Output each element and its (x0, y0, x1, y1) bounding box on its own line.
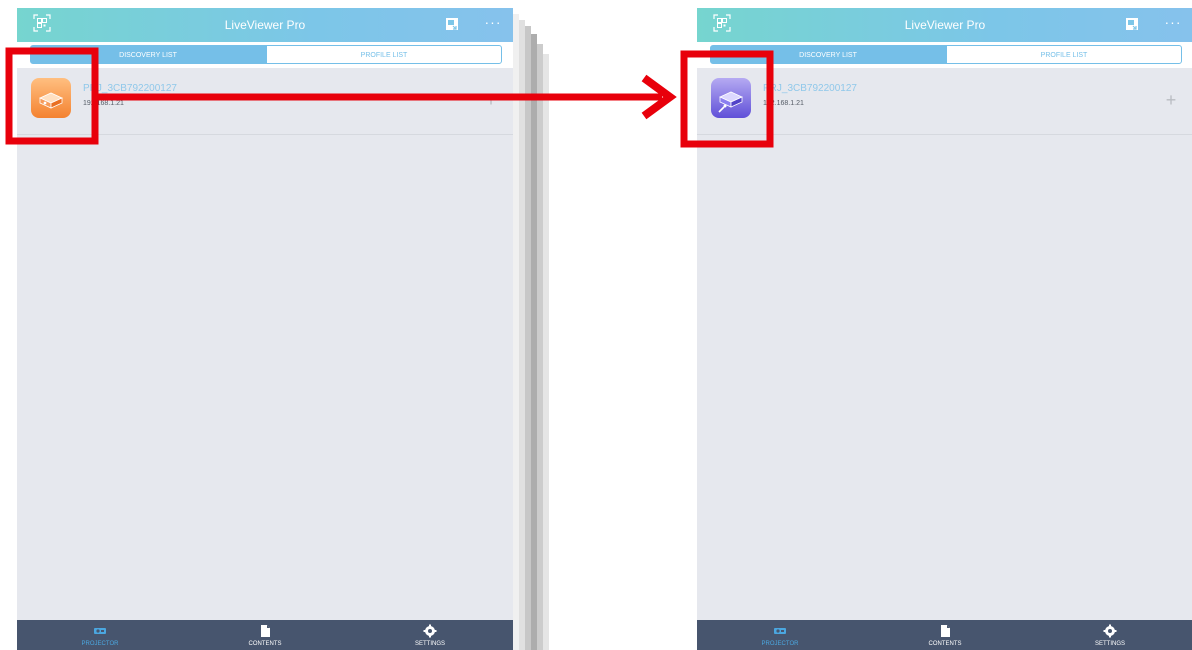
gear-icon (422, 624, 438, 638)
export-icon[interactable] (445, 17, 459, 31)
tab-label: CONTENTS (248, 641, 282, 647)
title-bar: LiveViewer Pro ··· (17, 8, 513, 42)
tab-profile-list[interactable]: PROFILE LIST (946, 45, 1182, 64)
document-icon (937, 624, 953, 638)
projector-icon (31, 78, 71, 118)
title-bar: LiveViewer Pro ··· (697, 8, 1192, 42)
tab-label: SETTINGS (1094, 641, 1125, 647)
more-icon[interactable]: ··· (1163, 14, 1183, 34)
tab-label: PROJECTOR (761, 641, 799, 647)
bottom-tab-bar: PROJECTOR CONTENTS SETTINGS (697, 620, 1192, 650)
tab-label: CONTENTS (928, 641, 962, 647)
app-screen: LiveViewer Pro ··· DISCOVERY LIST PROFIL… (697, 8, 1192, 650)
qr-scan-icon[interactable] (33, 14, 51, 32)
tab-label: SETTINGS (414, 641, 445, 647)
segmented-control: DISCOVERY LIST PROFILE LIST (17, 42, 513, 68)
app-screen: LiveViewer Pro ··· DISCOVERY LIST PROFIL… (17, 8, 513, 650)
document-icon (257, 624, 273, 638)
app-title: LiveViewer Pro (224, 18, 306, 32)
projector-tab-icon (92, 624, 108, 638)
left-screenshot: LiveViewer Pro ··· DISCOVERY LIST PROFIL… (17, 8, 549, 650)
tab-discovery-list[interactable]: DISCOVERY LIST (30, 45, 266, 64)
tab-projector[interactable]: PROJECTOR (720, 620, 840, 650)
tab-settings[interactable]: SETTINGS (1050, 620, 1170, 650)
projector-tab-icon (772, 624, 788, 638)
tab-settings[interactable]: SETTINGS (370, 620, 490, 650)
gear-icon (1102, 624, 1118, 638)
device-list-item[interactable]: PRJ_3CB792200127 192.168.1.21 + (697, 69, 1192, 135)
qr-scan-icon[interactable] (713, 14, 731, 32)
add-icon[interactable]: + (481, 91, 501, 111)
device-name: PRJ_3CB792200127 (83, 83, 177, 94)
tab-contents[interactable]: CONTENTS (885, 620, 1005, 650)
arrow-head (641, 74, 677, 120)
device-ip: 192.168.1.21 (763, 100, 804, 107)
right-screenshot: LiveViewer Pro ··· DISCOVERY LIST PROFIL… (697, 8, 1192, 650)
bottom-tab-bar: PROJECTOR CONTENTS SETTINGS (17, 620, 513, 650)
device-name: PRJ_3CB792200127 (763, 83, 857, 94)
device-list-item[interactable]: PRJ_3CB792200127 192.168.1.21 + (17, 69, 513, 135)
comparison-stage: LiveViewer Pro ··· DISCOVERY LIST PROFIL… (0, 0, 1192, 650)
device-ip: 192.168.1.21 (83, 100, 124, 107)
app-title: LiveViewer Pro (904, 18, 986, 32)
projector-icon (711, 78, 751, 118)
segmented-control: DISCOVERY LIST PROFILE LIST (697, 42, 1192, 68)
tab-profile-list[interactable]: PROFILE LIST (266, 45, 502, 64)
tab-discovery-list[interactable]: DISCOVERY LIST (710, 45, 946, 64)
export-icon[interactable] (1125, 17, 1139, 31)
tab-contents[interactable]: CONTENTS (205, 620, 325, 650)
tab-label: PROJECTOR (81, 641, 119, 647)
tab-projector[interactable]: PROJECTOR (40, 620, 160, 650)
add-icon[interactable]: + (1161, 91, 1181, 111)
screen-shadow (543, 54, 549, 650)
more-icon[interactable]: ··· (483, 14, 503, 34)
